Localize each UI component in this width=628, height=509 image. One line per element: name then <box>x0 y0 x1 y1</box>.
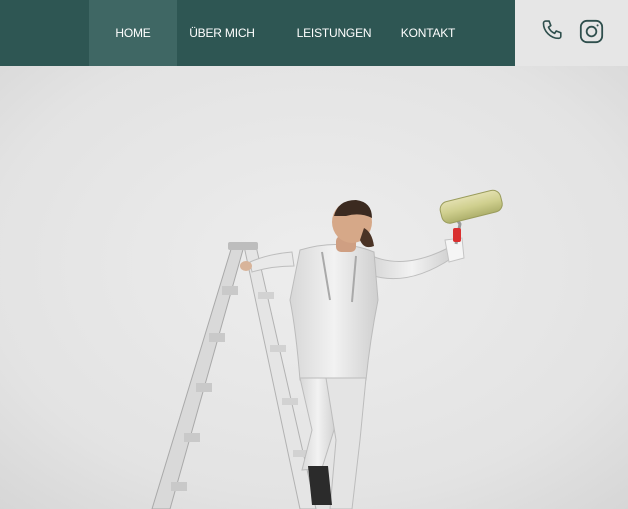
instagram-icon[interactable] <box>574 14 608 48</box>
nav-item-home-label: HOME <box>115 26 151 40</box>
phone-icon[interactable] <box>536 14 570 48</box>
hero-image-painter <box>0 66 628 509</box>
nav-item-home[interactable]: HOME <box>89 0 177 66</box>
nav-item-services[interactable]: LEISTUNGEN <box>291 0 377 66</box>
nav-item-contact-label: KONTAKT <box>400 26 456 40</box>
page: HOME ÜBER MICH LEISTUNGEN KONTAKT <box>0 0 628 509</box>
nav-item-about[interactable]: ÜBER MICH <box>183 0 261 66</box>
social-icon-bar <box>515 0 628 66</box>
nav-item-services-label: LEISTUNGEN <box>296 26 372 40</box>
nav-item-about-label: ÜBER MICH <box>189 26 255 40</box>
main-navigation: HOME ÜBER MICH LEISTUNGEN KONTAKT <box>0 0 515 66</box>
nav-item-contact[interactable]: KONTAKT <box>395 0 461 66</box>
site-header: HOME ÜBER MICH LEISTUNGEN KONTAKT <box>0 0 628 66</box>
